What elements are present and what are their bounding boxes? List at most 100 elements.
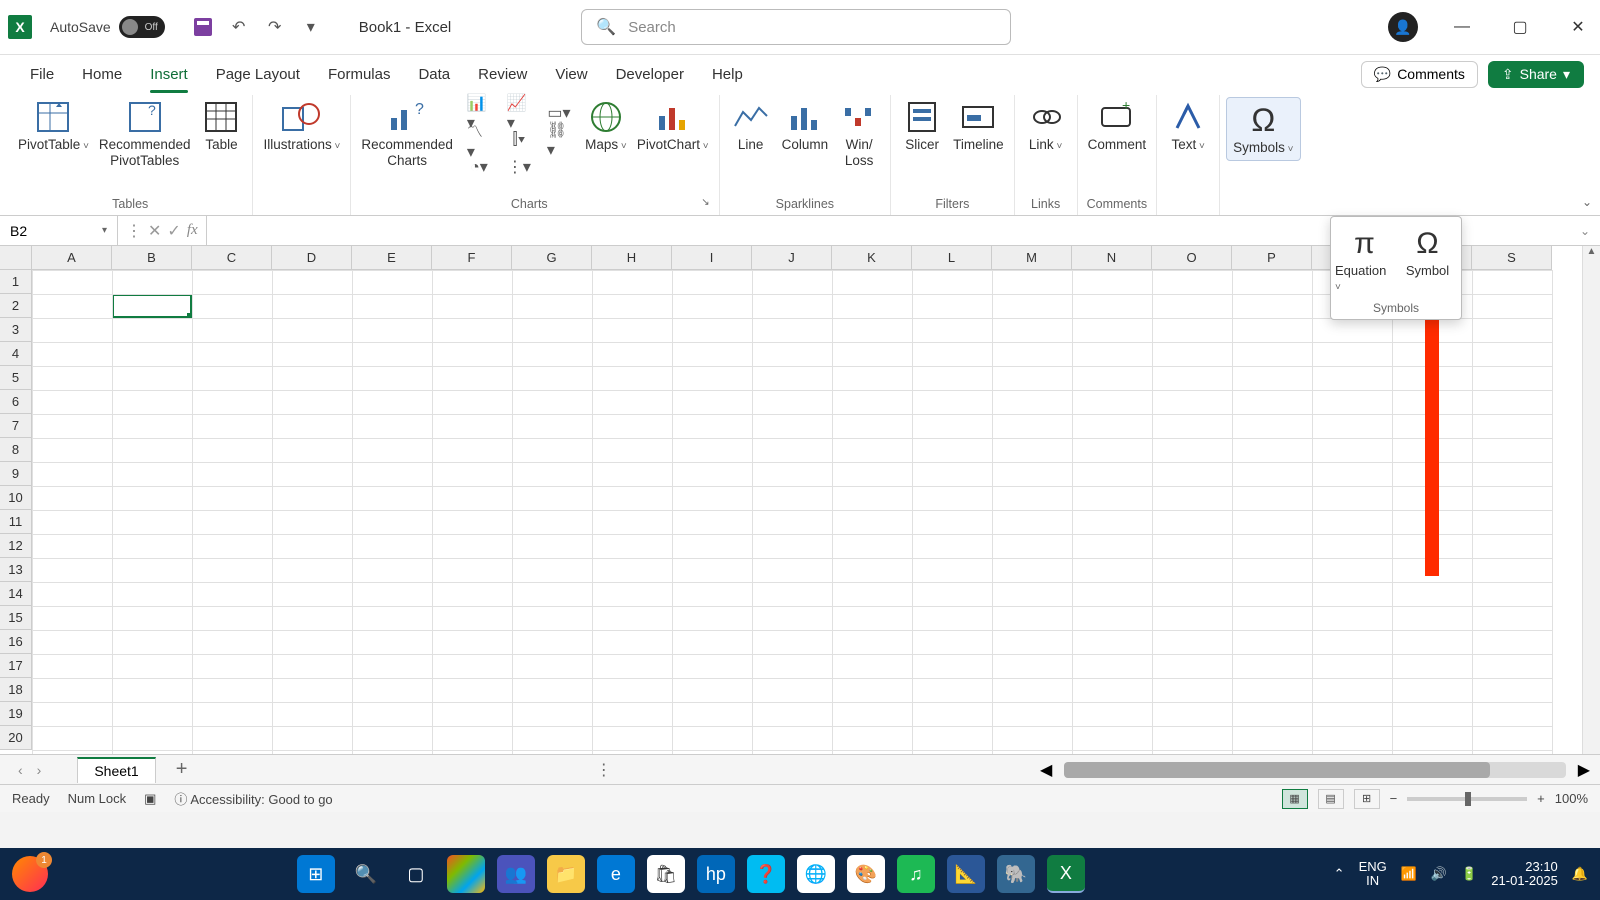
row-header-3[interactable]: 3: [0, 318, 32, 342]
edge-icon[interactable]: e: [597, 855, 635, 893]
vertical-scrollbar[interactable]: ▲: [1582, 246, 1600, 754]
save-button[interactable]: [191, 15, 215, 39]
undo-button[interactable]: ↶: [227, 15, 251, 39]
tab-help[interactable]: Help: [698, 55, 757, 93]
tab-developer[interactable]: Developer: [602, 55, 698, 93]
row-header-2[interactable]: 2: [0, 294, 32, 318]
add-sheet-button[interactable]: +: [176, 758, 188, 781]
table-button[interactable]: Table: [196, 97, 246, 155]
comments-button[interactable]: 💬Comments: [1361, 61, 1478, 88]
view-page-break-button[interactable]: ⊞: [1354, 789, 1380, 809]
cancel-formula-button[interactable]: ✕: [148, 221, 161, 241]
row-header-5[interactable]: 5: [0, 366, 32, 390]
timeline-button[interactable]: Timeline: [949, 97, 1008, 155]
view-page-layout-button[interactable]: ▤: [1318, 789, 1344, 809]
column-header-M[interactable]: M: [992, 246, 1072, 270]
name-box[interactable]: B2▾: [0, 216, 118, 245]
slicer-button[interactable]: Slicer: [897, 97, 947, 155]
row-header-20[interactable]: 20: [0, 726, 32, 750]
row-header-6[interactable]: 6: [0, 390, 32, 414]
store-icon[interactable]: 🛍: [647, 855, 685, 893]
row-header-15[interactable]: 15: [0, 606, 32, 630]
chrome-icon[interactable]: 🌐: [797, 855, 835, 893]
scroll-up-icon[interactable]: ▲: [1587, 246, 1597, 257]
row-header-18[interactable]: 18: [0, 678, 32, 702]
chart-pie-gallery[interactable]: ◔▾: [467, 155, 491, 179]
zoom-in-button[interactable]: +: [1537, 791, 1545, 806]
app-icon-2[interactable]: 🎨: [847, 855, 885, 893]
pivotchart-button[interactable]: PivotChart: [633, 97, 713, 155]
horizontal-scrollbar[interactable]: ◀ ▶: [1020, 760, 1600, 780]
excel-taskbar-icon[interactable]: X: [1047, 855, 1085, 893]
tab-file[interactable]: File: [16, 55, 68, 93]
spotify-icon[interactable]: ♫: [897, 855, 935, 893]
minimize-button[interactable]: —: [1448, 18, 1476, 36]
tray-expand[interactable]: ⌃: [1334, 866, 1345, 882]
taskbar-widget[interactable]: 1: [12, 856, 48, 892]
column-header-C[interactable]: C: [192, 246, 272, 270]
sparkline-line-button[interactable]: Line: [726, 97, 776, 155]
row-header-1[interactable]: 1: [0, 270, 32, 294]
symbol-button[interactable]: Ω Symbol: [1396, 223, 1459, 295]
charts-dialog-launcher[interactable]: ↘: [701, 197, 712, 211]
more-button[interactable]: ⋮: [126, 221, 142, 241]
sheet-nav-prev[interactable]: ‹: [18, 762, 23, 778]
search-box[interactable]: 🔍 Search: [581, 9, 1011, 45]
row-header-9[interactable]: 9: [0, 462, 32, 486]
column-header-I[interactable]: I: [672, 246, 752, 270]
chart-line-gallery[interactable]: 📈▾: [507, 101, 531, 125]
sparkline-winloss-button[interactable]: Win/ Loss: [834, 97, 884, 170]
teams-icon[interactable]: 👥: [497, 855, 535, 893]
scroll-right-icon[interactable]: ▶: [1578, 760, 1590, 780]
task-view[interactable]: ▢: [397, 855, 435, 893]
tab-data[interactable]: Data: [404, 55, 464, 93]
chart-area-gallery[interactable]: 〽▾: [467, 128, 491, 152]
tab-page-layout[interactable]: Page Layout: [202, 55, 314, 93]
row-header-12[interactable]: 12: [0, 534, 32, 558]
row-header-10[interactable]: 10: [0, 486, 32, 510]
sheet-options-button[interactable]: ⋮: [586, 760, 622, 780]
link-button[interactable]: Link: [1021, 97, 1071, 155]
app-icon-1[interactable]: ❓: [747, 855, 785, 893]
column-header-K[interactable]: K: [832, 246, 912, 270]
formula-bar-expand[interactable]: ⌄: [1570, 224, 1600, 238]
qat-more-button[interactable]: ▾: [299, 15, 323, 39]
clock[interactable]: 23:10 21-01-2025: [1491, 860, 1558, 889]
maximize-button[interactable]: ▢: [1506, 17, 1534, 37]
file-explorer-icon[interactable]: 📁: [547, 855, 585, 893]
accessibility-status[interactable]: ⓘ Accessibility: Good to go: [174, 789, 332, 808]
column-header-O[interactable]: O: [1152, 246, 1232, 270]
row-header-4[interactable]: 4: [0, 342, 32, 366]
tab-view[interactable]: View: [541, 55, 601, 93]
chart-combo-gallery[interactable]: ⛓▾: [547, 128, 571, 152]
macro-record-icon[interactable]: ▣: [144, 791, 156, 807]
row-header-11[interactable]: 11: [0, 510, 32, 534]
row-header-17[interactable]: 17: [0, 654, 32, 678]
text-button[interactable]: Text: [1163, 97, 1213, 155]
postgres-icon[interactable]: 🐘: [997, 855, 1035, 893]
close-button[interactable]: ✕: [1564, 17, 1592, 37]
column-header-F[interactable]: F: [432, 246, 512, 270]
column-header-L[interactable]: L: [912, 246, 992, 270]
recommended-pivottables-button[interactable]: ? Recommended PivotTables: [95, 97, 195, 170]
user-avatar[interactable]: 👤: [1388, 12, 1418, 42]
taskbar-search[interactable]: 🔍: [347, 855, 385, 893]
row-header-16[interactable]: 16: [0, 630, 32, 654]
selected-cell[interactable]: [112, 294, 192, 318]
wifi-icon[interactable]: 📶: [1401, 866, 1417, 882]
maps-button[interactable]: Maps: [581, 97, 631, 155]
worksheet-grid[interactable]: 1234567891011121314151617181920 ABCDEFGH…: [0, 246, 1600, 754]
copilot-icon[interactable]: [447, 855, 485, 893]
zoom-slider[interactable]: [1407, 797, 1527, 801]
tab-home[interactable]: Home: [68, 55, 136, 93]
column-header-H[interactable]: H: [592, 246, 672, 270]
row-header-8[interactable]: 8: [0, 438, 32, 462]
row-header-19[interactable]: 19: [0, 702, 32, 726]
illustrations-button[interactable]: Illustrations: [259, 97, 344, 155]
tab-review[interactable]: Review: [464, 55, 541, 93]
tab-insert[interactable]: Insert: [136, 55, 202, 93]
fx-icon[interactable]: fx: [187, 222, 198, 239]
battery-icon[interactable]: 🔋: [1461, 866, 1477, 882]
column-header-J[interactable]: J: [752, 246, 832, 270]
start-button[interactable]: ⊞: [297, 855, 335, 893]
